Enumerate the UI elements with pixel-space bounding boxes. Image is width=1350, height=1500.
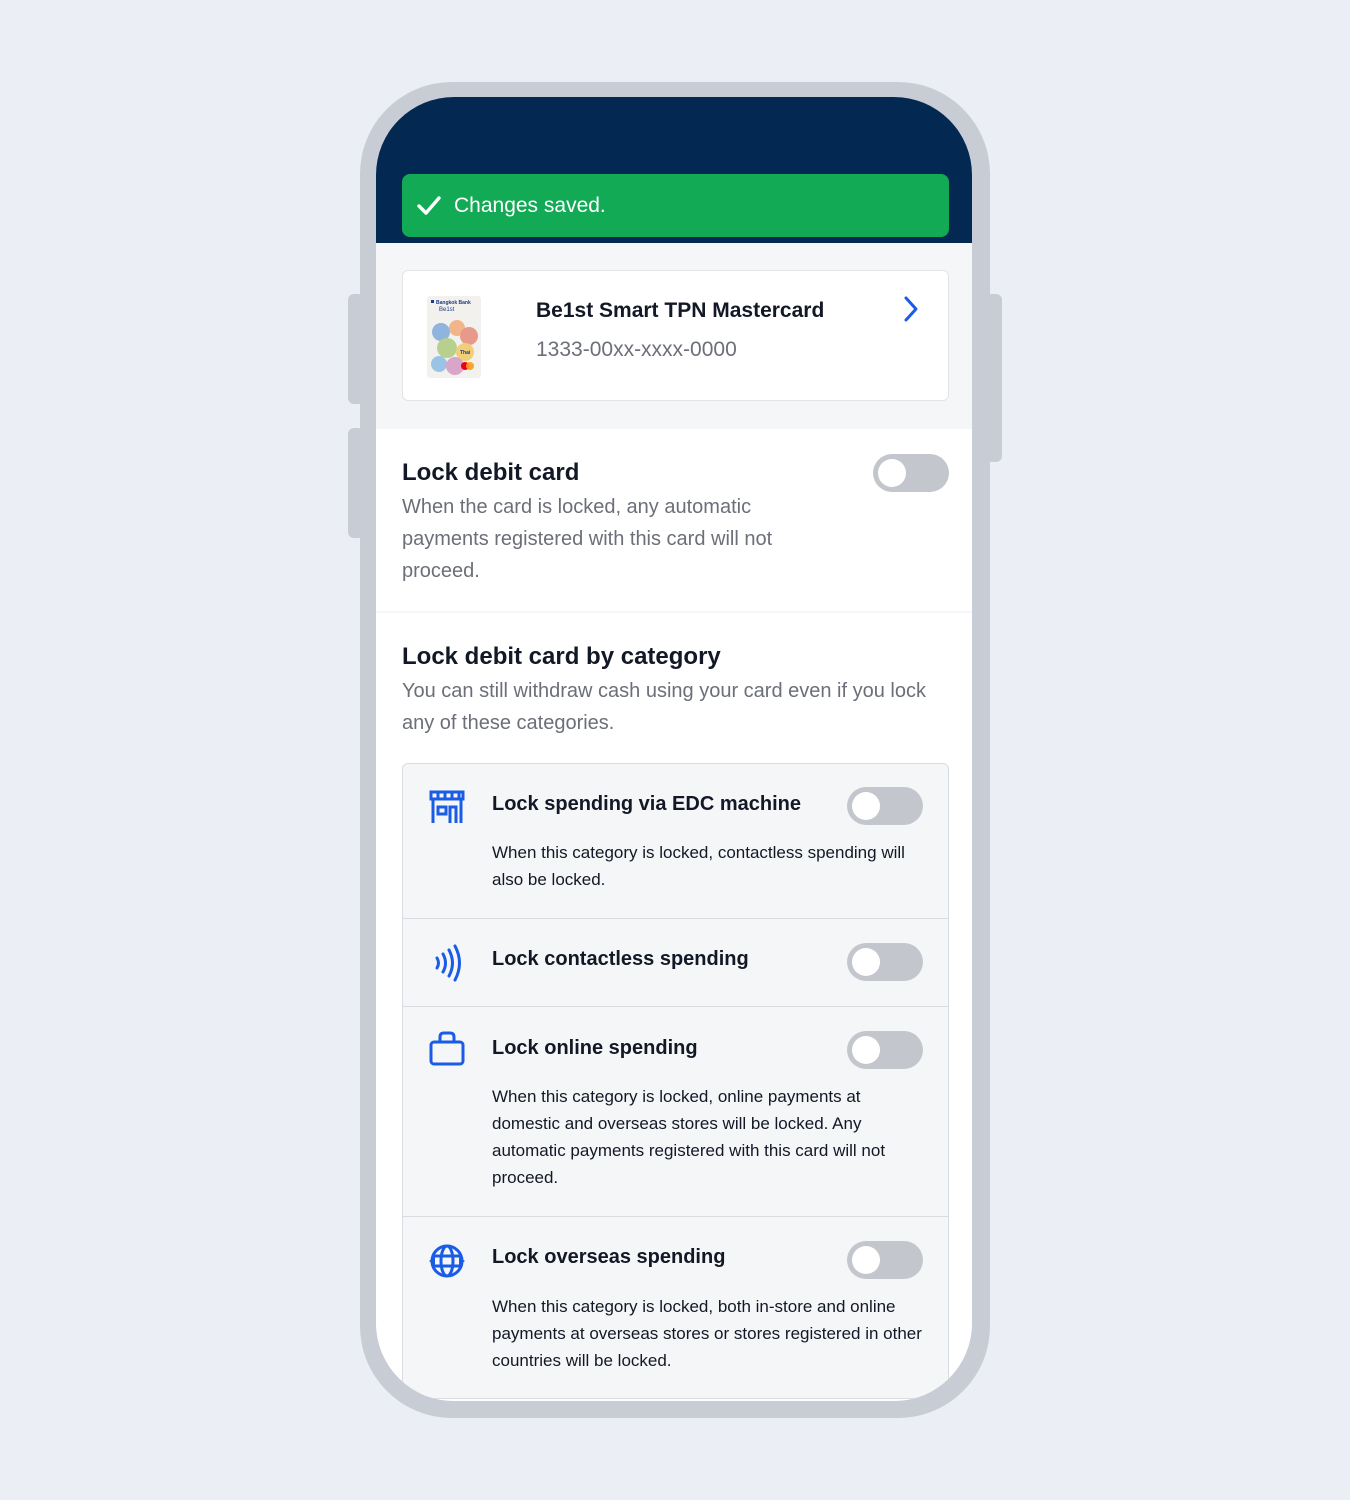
category-section-title: Lock debit card by category [402, 643, 721, 670]
overseas-lock-toggle[interactable] [847, 1241, 923, 1279]
toggle-knob [852, 1246, 880, 1274]
contactless-icon [435, 944, 461, 982]
list-item-online: Lock online spending When this category … [403, 1007, 948, 1217]
card-bank-text: Bangkok Bank [436, 300, 471, 306]
online-lock-title: Lock online spending [492, 1037, 698, 1059]
category-list: Lock spending via EDC machine When this … [402, 763, 949, 1399]
lock-card-description: When the card is locked, any automatic p… [402, 496, 773, 582]
shopping-bag-icon [429, 1031, 465, 1066]
list-item-contactless: Lock contactless spending [403, 919, 948, 1007]
card-brand-text: Be1st [439, 307, 455, 313]
toggle-knob [852, 948, 880, 976]
overseas-lock-description: When this category is locked, both in-st… [492, 1297, 922, 1370]
online-lock-description: When this category is locked, online pay… [492, 1087, 886, 1187]
online-lock-toggle[interactable] [847, 1031, 923, 1069]
edc-lock-description: When this category is locked, contactles… [492, 843, 905, 889]
overseas-lock-title: Lock overseas spending [492, 1246, 726, 1268]
toggle-knob [852, 792, 880, 820]
lock-card-section: Lock debit card When the card is locked,… [376, 429, 972, 611]
check-icon [417, 195, 441, 215]
list-item-edc: Lock spending via EDC machine When this … [403, 764, 948, 919]
contactless-lock-toggle[interactable] [847, 943, 923, 981]
lock-by-category-section: Lock debit card by category You can stil… [376, 613, 972, 1401]
edc-lock-title: Lock spending via EDC machine [492, 793, 801, 815]
toggle-knob [852, 1036, 880, 1064]
list-item-overseas: Lock overseas spending When this categor… [403, 1217, 948, 1398]
phone-screen: Changes saved. Bangkok Bank Be1st Thai B… [376, 97, 972, 1401]
lock-card-title: Lock debit card [402, 459, 580, 486]
chevron-right-icon[interactable] [901, 295, 921, 323]
globe-icon [429, 1244, 465, 1278]
edc-lock-toggle[interactable] [847, 787, 923, 825]
card-name: Be1st Smart TPN Mastercard [536, 299, 825, 322]
card-number: 1333-00xx-xxxx-0000 [536, 338, 737, 361]
card-image: Bangkok Bank Be1st Thai [427, 296, 481, 378]
success-toast: Changes saved. [402, 174, 949, 237]
card-network-text: Thai [460, 350, 471, 356]
card-summary[interactable]: Bangkok Bank Be1st Thai Be1st Smart TPN … [402, 270, 949, 401]
store-icon [429, 790, 465, 823]
category-section-description: You can still withdraw cash using your c… [402, 680, 926, 734]
toast-message: Changes saved. [454, 193, 606, 217]
contactless-lock-title: Lock contactless spending [492, 948, 749, 970]
toggle-knob [878, 459, 906, 487]
lock-card-toggle[interactable] [873, 454, 949, 492]
